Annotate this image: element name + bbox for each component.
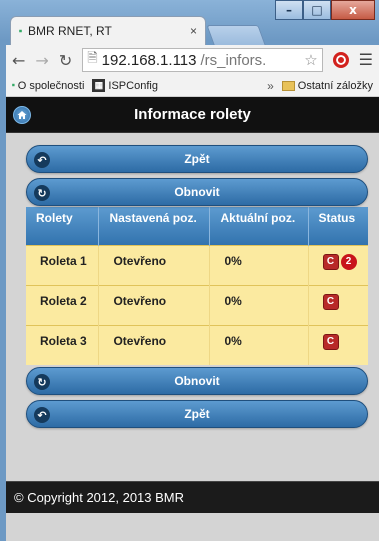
adblock-stop-icon[interactable] bbox=[332, 52, 349, 68]
maximize-button[interactable]: □ bbox=[303, 0, 331, 20]
column-header-status: Status bbox=[308, 207, 368, 245]
home-icon bbox=[17, 111, 27, 119]
url-host: 192.168.1.113 bbox=[101, 51, 197, 69]
refresh-icon: ↻ bbox=[34, 185, 50, 201]
status-cell: C bbox=[308, 324, 368, 365]
table-row: Roleta 3 Otevřeno 0% C bbox=[26, 324, 368, 365]
browser-tab[interactable]: ⬝ BMR RNET, RT × bbox=[10, 16, 206, 45]
new-tab-button[interactable] bbox=[206, 25, 266, 45]
bookmark-star-icon[interactable]: ☆ bbox=[304, 51, 317, 69]
column-header-rolety: Rolety bbox=[26, 207, 100, 245]
back-button-bottom[interactable]: ↶ Zpět bbox=[26, 400, 368, 428]
status-button[interactable]: C bbox=[322, 293, 339, 310]
status-button[interactable]: C bbox=[322, 253, 339, 270]
bookmark-label: Ostatní záložky bbox=[297, 79, 373, 92]
column-header-actual-position: Aktuální poz. bbox=[209, 207, 309, 245]
bookmark-label: ISPConfig bbox=[108, 79, 158, 92]
back-button-label: Zpět bbox=[184, 407, 210, 421]
folder-icon bbox=[281, 80, 295, 91]
bookmark-ispconfig[interactable]: ▦ ISPConfig bbox=[92, 79, 158, 92]
table-row: Roleta 2 Otevřeno 0% C bbox=[26, 284, 368, 325]
actual-position: 0% bbox=[209, 324, 309, 365]
refresh-button-bottom[interactable]: ↻ Obnovit bbox=[26, 367, 368, 395]
page-icon: 🗎 bbox=[87, 51, 98, 66]
set-position: Otevřeno bbox=[98, 284, 211, 325]
page-viewport: Informace rolety ↶ Zpět ↻ Obnovit Rolety… bbox=[6, 97, 379, 541]
bmr-logo-icon: ⬝ bbox=[19, 24, 23, 37]
close-window-button[interactable]: x bbox=[331, 0, 375, 20]
browser-toolbar: ← → ↻ 🗎 192.168.1.113/rs_infors. ☆ ☰ bbox=[6, 45, 379, 75]
window-controls: – □ x bbox=[275, 0, 375, 20]
bmr-logo-icon: ⬝ bbox=[12, 80, 15, 91]
address-bar[interactable]: 🗎 192.168.1.113/rs_infors. ☆ bbox=[82, 48, 323, 72]
status-count-badge: 2 bbox=[340, 253, 357, 270]
back-icon: ↶ bbox=[34, 407, 50, 423]
refresh-button-top[interactable]: ↻ Obnovit bbox=[26, 178, 368, 206]
back-button-top[interactable]: ↶ Zpět bbox=[26, 145, 368, 173]
bookmark-label: O společnosti bbox=[17, 79, 85, 92]
status-button[interactable]: C bbox=[322, 333, 339, 350]
blind-name: Roleta 1 bbox=[26, 244, 100, 285]
menu-icon[interactable]: ☰ bbox=[359, 50, 373, 70]
back-icon: ↶ bbox=[34, 152, 50, 168]
tab-title: BMR RNET, RT bbox=[28, 24, 112, 38]
blind-name: Roleta 2 bbox=[26, 284, 100, 325]
blind-name: Roleta 3 bbox=[26, 324, 100, 365]
page-footer: © Copyright 2012, 2013 BMR bbox=[6, 481, 379, 513]
actual-position: 0% bbox=[209, 284, 309, 325]
ispconfig-icon: ▦ bbox=[92, 79, 106, 92]
set-position: Otevřeno bbox=[98, 244, 211, 285]
table-header-row: Rolety Nastavená poz. Aktuální poz. Stat… bbox=[26, 207, 368, 245]
column-header-set-position: Nastavená poz. bbox=[98, 207, 211, 245]
bookmark-o-spolecnosti[interactable]: ⬝ O společnosti bbox=[12, 80, 84, 92]
refresh-button-label: Obnovit bbox=[174, 374, 220, 388]
refresh-icon: ↻ bbox=[34, 374, 50, 390]
bookmarks-more-button[interactable]: » bbox=[267, 79, 274, 93]
actual-position: 0% bbox=[209, 244, 309, 285]
forward-arrow-icon[interactable]: → bbox=[35, 51, 48, 70]
copyright-text: © Copyright 2012, 2013 BMR bbox=[14, 490, 185, 505]
status-cell: C bbox=[308, 284, 368, 325]
url-path: /rs_infors. bbox=[200, 51, 267, 69]
back-arrow-icon[interactable]: ← bbox=[12, 51, 25, 70]
tab-close-icon[interactable]: × bbox=[190, 24, 197, 38]
page-title: Informace rolety bbox=[134, 106, 251, 123]
bookmarks-bar: ⬝ O společnosti ▦ ISPConfig » Ostatní zá… bbox=[6, 75, 379, 97]
blinds-table: Rolety Nastavená poz. Aktuální poz. Stat… bbox=[26, 207, 368, 365]
page-content: ↶ Zpět ↻ Obnovit Rolety Nastavená poz. A… bbox=[6, 133, 379, 428]
set-position: Otevřeno bbox=[98, 324, 211, 365]
minimize-button[interactable]: – bbox=[275, 0, 303, 20]
back-button-label: Zpět bbox=[184, 152, 210, 166]
page-header: Informace rolety bbox=[6, 97, 379, 133]
table-row: Roleta 1 Otevřeno 0% C 2 bbox=[26, 244, 368, 285]
browser-window: – □ x ⬝ BMR RNET, RT × ← → ↻ 🗎 192.168.1… bbox=[0, 0, 379, 541]
home-button[interactable] bbox=[13, 106, 31, 124]
reload-icon[interactable]: ↻ bbox=[59, 51, 72, 70]
refresh-button-label: Obnovit bbox=[174, 185, 220, 199]
status-cell: C 2 bbox=[308, 244, 368, 285]
bookmark-other-folder[interactable]: Ostatní záložky bbox=[281, 79, 373, 92]
